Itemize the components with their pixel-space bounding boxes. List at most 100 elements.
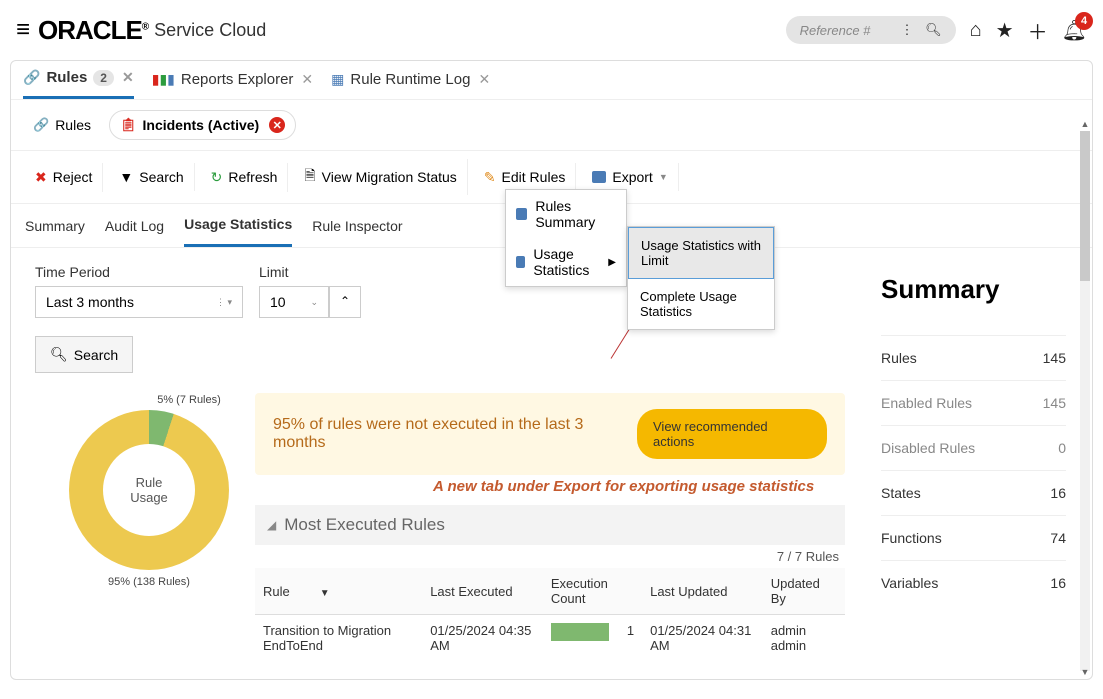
chevron-down-icon: ⋮ ▾ [216,297,232,308]
annotation-text: A new tab under Export for exporting usa… [433,478,814,495]
tab-reports-explorer[interactable]: ▮▮▮ Reports Explorer ✕ [152,71,313,98]
search-button[interactable]: ▼Search [109,163,194,191]
summary-functions: Functions74 [881,515,1066,560]
close-icon[interactable]: ✕ [478,71,490,88]
chart-icon: ▮▮▮ [152,71,175,88]
edit-rules-button[interactable]: ✎Edit Rules [474,163,577,192]
filter-icon: ▼ [119,169,133,185]
summary-disabled: Disabled Rules0 [881,425,1066,470]
most-executed-header[interactable]: ◢Most Executed Rules [255,505,845,545]
summary-enabled: Enabled Rules145 [881,380,1066,425]
export-menu: Rules Summary Usage Statistics▶ Usage St… [505,189,627,287]
table-row[interactable]: Transition to Migration EndToEnd 01/25/2… [255,615,845,662]
summary-variables: Variables16 [881,560,1066,605]
close-icon[interactable]: ✕ [301,71,313,88]
summary-states: States16 [881,470,1066,515]
most-executed-table: Rule▼ Last Executed Execution Count Last… [255,568,845,661]
close-icon[interactable]: ✕ [122,69,134,86]
rules-count-badge: 2 [93,70,114,86]
bar-icon [551,623,609,641]
limit-up-button[interactable]: ⌃ [329,286,361,318]
breadcrumb: 🔗 Rules 📋︎ Incidents (Active) ✕ [11,100,1092,151]
edit-icon: ✎ [484,169,496,186]
export-usage-with-limit[interactable]: Usage Statistics with Limit [628,227,774,279]
link-icon: 🔗 [33,117,49,133]
tab-rule-runtime-log[interactable]: ▦ Rule Runtime Log ✕ [331,71,490,98]
global-search[interactable]: Reference # ⋮ 🔍︎ [786,16,956,44]
crumb-rules[interactable]: 🔗 Rules [25,113,99,137]
view-migration-button[interactable]: 🗎View Migration Status [294,159,467,195]
limit-select[interactable]: 10⌄ [259,286,329,318]
bell-icon[interactable]: 🔔︎ 4 [1062,18,1087,43]
chevron-right-icon: ▶ [608,257,616,268]
time-period-label: Time Period [35,264,243,280]
crumb-incidents-active[interactable]: 📋︎ Incidents (Active) ✕ [109,110,296,140]
rule-count: 7 / 7 Rules [255,545,845,568]
col-last-upd[interactable]: Last Updated [642,568,763,615]
plus-icon[interactable]: ＋ [1028,16,1048,45]
tab-rules[interactable]: 🔗 Rules 2 ✕ [23,69,134,99]
limit-label: Limit [259,264,361,280]
notification-badge: 4 [1075,12,1093,30]
export-button[interactable]: Export ▼ [582,163,678,191]
col-rule[interactable]: Rule▼ [255,568,422,615]
export-usage-submenu: Usage Statistics with Limit Complete Usa… [627,226,775,330]
subtab-audit-log[interactable]: Audit Log [105,206,164,246]
csv-icon [516,256,525,268]
col-exec-count[interactable]: Execution Count [543,568,642,615]
search-filter-button[interactable]: 🔍︎Search [35,336,133,373]
summary-rules: Rules145 [881,335,1066,380]
sort-desc-icon: ▼ [320,588,330,599]
most-executed-section: ◢Most Executed Rules 7 / 7 Rules Rule▼ L… [255,505,845,661]
product-name: Service Cloud [154,20,266,41]
table-icon: ▦ [331,71,344,88]
subtab-rule-inspector[interactable]: Rule Inspector [312,206,402,246]
link-icon: 🔗 [23,69,40,86]
chevron-down-icon: ▼ [659,172,668,182]
summary-panel: Summary Rules145 Enabled Rules145 Disabl… [871,248,1092,680]
star-icon[interactable]: ★ [996,18,1014,43]
action-toolbar: ✖Reject ▼Search ↻Refresh 🗎View Migration… [11,151,1092,204]
scroll-thumb[interactable] [1080,131,1090,281]
search-placeholder: Reference # [800,23,871,38]
donut-bottom-label: 95% (138 Rules) [49,576,249,588]
refresh-icon: ↻ [211,169,223,186]
rule-usage-chart: 5% (7 Rules) Rule Usage 95% (138 Rules) [49,394,249,588]
top-tabs: 🔗 Rules 2 ✕ ▮▮▮ Reports Explorer ✕ ▦ Rul… [11,61,1092,100]
banner-text: 95% of rules were not executed in the la… [273,416,637,452]
scroll-up-icon[interactable]: ▲ [1080,119,1090,131]
col-upd-by[interactable]: Updated By [763,568,845,615]
collapse-icon: ◢ [267,518,276,532]
view-recommended-button[interactable]: View recommended actions [637,409,827,459]
export-usage-statistics[interactable]: Usage Statistics▶ [506,238,626,286]
options-icon[interactable]: ⋮ [900,22,913,38]
subtab-summary[interactable]: Summary [25,206,85,246]
chevron-down-icon: ⌄ [310,297,318,308]
clipboard-icon: 📋︎ [120,117,137,133]
info-banner: 95% of rules were not executed in the la… [255,393,845,475]
remove-icon[interactable]: ✕ [269,117,285,133]
refresh-button[interactable]: ↻Refresh [201,163,289,192]
home-icon[interactable]: ⌂ [970,19,982,42]
main-card: 🔗 Rules 2 ✕ ▮▮▮ Reports Explorer ✕ ▦ Rul… [10,60,1093,680]
subtab-usage-statistics[interactable]: Usage Statistics [184,204,292,247]
csv-icon [516,208,527,220]
time-period-select[interactable]: Last 3 months⋮ ▾ [35,286,243,318]
scrollbar[interactable] [1080,131,1090,671]
search-icon: 🔍︎ [50,346,68,363]
hamburger-icon[interactable]: ≡ [16,16,30,44]
csv-icon [592,171,606,183]
summary-title: Summary [881,274,1066,305]
export-rules-summary[interactable]: Rules Summary [506,190,626,238]
reject-icon: ✖ [35,169,47,186]
col-last-exec[interactable]: Last Executed [422,568,543,615]
app-header: ≡ ORACLE® Service Cloud Reference # ⋮ 🔍︎… [0,0,1103,60]
scroll-down-icon[interactable]: ▼ [1080,667,1090,679]
export-complete-usage[interactable]: Complete Usage Statistics [628,279,774,329]
reject-button[interactable]: ✖Reject [25,163,103,192]
donut-icon: Rule Usage [69,410,229,570]
document-icon: 🗎 [304,165,315,189]
brand-logo: ORACLE® [38,15,148,46]
donut-top-label: 5% (7 Rules) [129,394,249,406]
search-icon[interactable]: 🔍︎ [925,22,942,38]
